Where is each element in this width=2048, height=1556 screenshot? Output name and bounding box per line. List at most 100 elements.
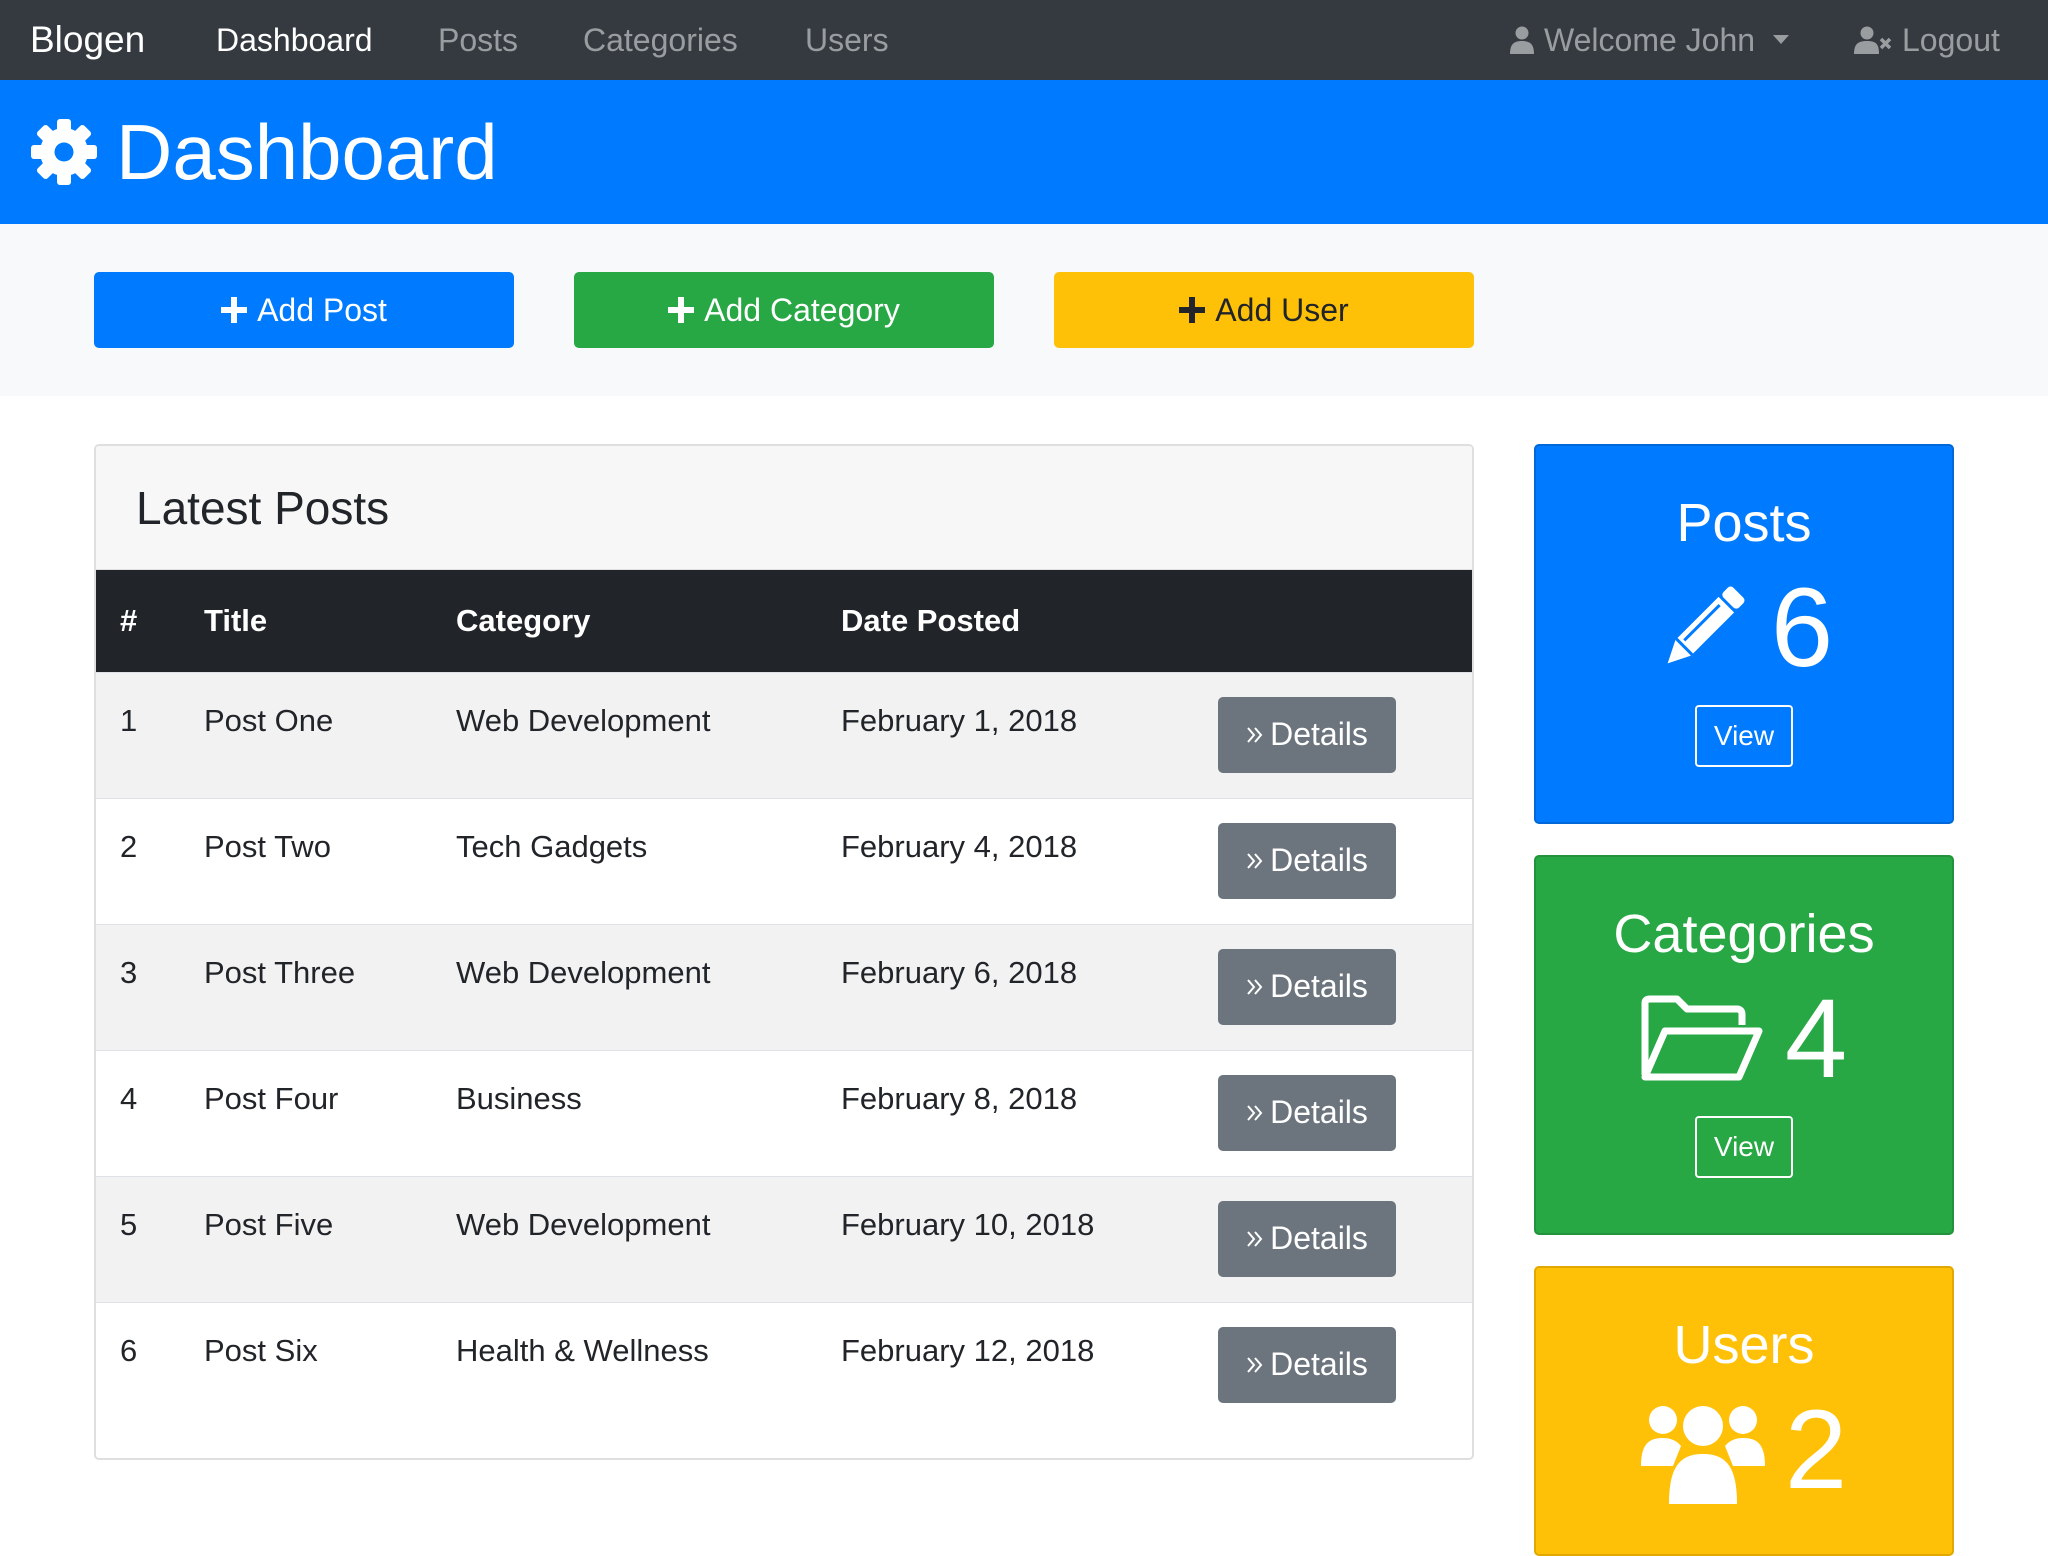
details-label: Details <box>1270 1346 1368 1382</box>
double-chevron-right-icon <box>1246 1356 1264 1374</box>
details-button[interactable]: Details <box>1218 822 1396 899</box>
cell-title: Post Five <box>204 1206 334 1242</box>
nav-dashboard[interactable]: Dashboard <box>216 0 373 80</box>
cell-category: Web Development <box>456 702 711 738</box>
column-header-actions <box>1218 570 1472 672</box>
cell-title: Post Four <box>204 1080 339 1116</box>
details-label: Details <box>1270 968 1368 1004</box>
add-user-label: Add User <box>1215 291 1349 328</box>
cell-actions: Details <box>1218 924 1472 1050</box>
cell-actions: Details <box>1218 798 1472 924</box>
add-user-button[interactable]: Add User <box>1054 272 1474 348</box>
details-button[interactable]: Details <box>1218 1074 1396 1151</box>
top-navbar: Blogen Dashboard Posts Categories Users … <box>0 0 2048 80</box>
plus-icon <box>221 297 248 323</box>
latest-posts-title: Latest Posts <box>136 481 390 534</box>
table-row: 6 Post Six Health & Wellness February 12… <box>96 1302 1472 1428</box>
double-chevron-right-icon <box>1246 978 1264 996</box>
add-category-button[interactable]: Add Category <box>574 272 994 348</box>
cell-number: 5 <box>120 1206 138 1242</box>
cell-date: February 12, 2018 <box>841 1332 1095 1368</box>
plus-icon <box>1179 297 1206 323</box>
users-stat-row: 2 <box>1536 1387 1952 1513</box>
double-chevron-right-icon <box>1246 852 1264 870</box>
categories-stat-row: 4 <box>1536 976 1952 1102</box>
welcome-label: Welcome John <box>1544 21 1756 58</box>
table-row: 5 Post Five Web Development February 10,… <box>96 1176 1472 1302</box>
cell-actions: Details <box>1218 1176 1472 1302</box>
users-stat-title: Users <box>1673 1315 1815 1375</box>
table-row: 4 Post Four Business February 8, 2018 De… <box>96 1050 1472 1176</box>
posts-stat-row: 6 <box>1536 572 1952 684</box>
cell-number: 1 <box>120 702 138 738</box>
cell-category: Business <box>456 1080 582 1116</box>
posts-stat-title: Posts <box>1676 493 1812 553</box>
cell-date: February 4, 2018 <box>841 828 1078 864</box>
cell-title: Post Six <box>204 1332 318 1368</box>
view-categories-button[interactable]: View <box>1695 1116 1793 1179</box>
cell-title: Post Two <box>204 828 331 864</box>
table-row: 3 Post Three Web Development February 6,… <box>96 924 1472 1050</box>
nav-categories[interactable]: Categories <box>583 0 738 80</box>
user-dropdown[interactable]: Welcome John <box>1510 0 1790 80</box>
header-title-text: Dashboard <box>116 108 498 196</box>
actions-bar: Add Post Add Category Add User <box>0 224 2048 396</box>
pencil-icon <box>1655 580 1751 676</box>
users-stat-card: Users 2 <box>1534 1266 1954 1556</box>
add-category-label: Add Category <box>704 291 900 328</box>
nav-users[interactable]: Users <box>805 0 889 80</box>
details-label: Details <box>1270 842 1368 878</box>
cell-number: 2 <box>120 828 138 864</box>
plus-icon <box>668 297 695 323</box>
cell-date: February 6, 2018 <box>841 954 1078 990</box>
cell-number: 4 <box>120 1080 138 1116</box>
add-post-label: Add Post <box>257 291 387 328</box>
view-posts-button[interactable]: View <box>1695 705 1793 768</box>
table-row: 1 Post One Web Development February 1, 2… <box>96 672 1472 798</box>
add-post-button[interactable]: Add Post <box>94 272 514 348</box>
details-button[interactable]: Details <box>1218 1200 1396 1277</box>
double-chevron-right-icon <box>1246 1104 1264 1122</box>
details-label: Details <box>1270 716 1368 752</box>
details-label: Details <box>1270 1094 1368 1130</box>
users-icon <box>1640 1396 1765 1505</box>
user-icon <box>1510 26 1534 54</box>
double-chevron-right-icon <box>1246 1230 1264 1248</box>
cell-number: 6 <box>120 1332 138 1368</box>
gear-icon <box>30 118 98 186</box>
categories-count: 4 <box>1784 976 1848 1102</box>
cell-date: February 1, 2018 <box>841 702 1078 738</box>
latest-posts-card: Latest Posts # Title Category Date Poste… <box>94 444 1474 1460</box>
cell-title: Post One <box>204 702 334 738</box>
cell-category: Web Development <box>456 1206 711 1242</box>
cell-actions: Details <box>1218 672 1472 798</box>
cell-category: Tech Gadgets <box>456 828 648 864</box>
user-times-icon <box>1854 26 1892 54</box>
table-header-row: # Title Category Date Posted <box>96 570 1472 672</box>
column-header-date: Date Posted <box>841 602 1021 638</box>
details-button[interactable]: Details <box>1218 948 1396 1025</box>
nav-posts[interactable]: Posts <box>438 0 518 80</box>
cell-title: Post Three <box>204 954 356 990</box>
column-header-number: # <box>120 602 138 638</box>
categories-stat-title: Categories <box>1613 904 1875 964</box>
cell-category: Health & Wellness <box>456 1332 709 1368</box>
page-header: Dashboard <box>0 80 2048 224</box>
users-count: 2 <box>1784 1387 1848 1513</box>
cell-category: Web Development <box>456 954 711 990</box>
cell-number: 3 <box>120 954 138 990</box>
details-button[interactable]: Details <box>1218 1326 1396 1403</box>
cell-actions: Details <box>1218 1302 1472 1428</box>
column-header-title: Title <box>204 602 268 638</box>
brand-logo[interactable]: Blogen <box>30 0 145 80</box>
logout-label: Logout <box>1902 21 2000 58</box>
categories-stat-card: Categories 4 View <box>1534 855 1954 1235</box>
cell-date: February 8, 2018 <box>841 1080 1078 1116</box>
details-button[interactable]: Details <box>1218 696 1396 773</box>
table-row: 2 Post Two Tech Gadgets February 4, 2018… <box>96 798 1472 924</box>
cell-date: February 10, 2018 <box>841 1206 1095 1242</box>
double-chevron-right-icon <box>1246 726 1264 744</box>
posts-stat-card: Posts 6 View <box>1534 444 1954 824</box>
logout-link[interactable]: Logout <box>1854 0 2000 80</box>
folder-open-icon <box>1641 995 1765 1083</box>
